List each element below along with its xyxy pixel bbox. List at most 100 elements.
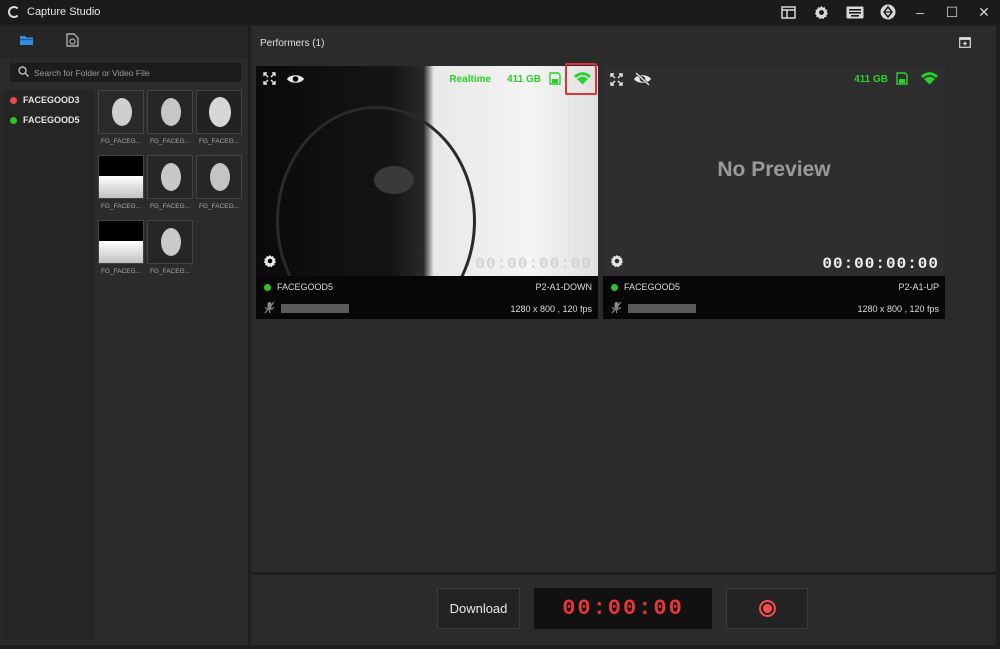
gear-icon[interactable] (805, 0, 838, 24)
left-tabs (0, 26, 248, 58)
video-overlay: 411 GB (603, 66, 945, 92)
device-item-facegood5[interactable]: FACEGOOD5 (4, 110, 94, 130)
thumbnail-item[interactable]: FG_FACEG... (98, 90, 144, 150)
thumbnail-label: FG_FACEG... (149, 138, 191, 145)
wifi-icon[interactable] (920, 71, 939, 88)
storage-label: 411 GB (507, 74, 541, 85)
record-timer: 00:00:00 (534, 588, 712, 629)
card-settings-icon[interactable] (610, 254, 624, 273)
face-thumbnail (196, 155, 242, 199)
close-button[interactable]: ✕ (968, 0, 1000, 24)
thumbnail-label: FG_FACEG... (100, 138, 142, 145)
search-box[interactable] (10, 63, 241, 82)
camera-name: P2-A1-UP (898, 282, 939, 292)
thumbnail-item[interactable]: FG_FACEG... (98, 220, 144, 280)
record-dot (762, 604, 772, 613)
no-preview-label: No Preview (717, 158, 831, 181)
video-overlay: Realtime 411 GB (256, 66, 598, 92)
device-name: FACEGOOD5 (277, 282, 334, 292)
thumbnail-item[interactable]: FG_FACEG... (147, 90, 193, 150)
add-panel-icon[interactable] (959, 37, 971, 51)
maximize-button[interactable]: ☐ (936, 0, 968, 24)
resolution-label: 1280 x 800 , 120 fps (857, 303, 939, 314)
save-icon (896, 71, 908, 88)
layout-icon[interactable] (772, 0, 805, 24)
device-item-facegood3[interactable]: FACEGOOD3 (4, 90, 94, 110)
fullscreen-icon[interactable] (610, 72, 623, 91)
card-footer: FACEGOOD5 P2-A1-DOWN 1280 x 800 , 120 fp… (256, 276, 598, 319)
card-footer: FACEGOOD5 P2-A1-UP 1280 x 800 , 120 fps (603, 276, 945, 319)
app-logo-icon (8, 6, 20, 18)
thumbnail-label: FG_FACEG... (100, 203, 142, 210)
record-button[interactable] (726, 588, 808, 629)
face-thumbnail (98, 155, 144, 199)
face-thumbnail (147, 90, 193, 134)
device-status: FACEGOOD5 (611, 282, 680, 292)
device-list: FACEGOOD3 FACEGOOD5 (4, 90, 94, 640)
status-dot (10, 116, 17, 124)
mode-label: Realtime (449, 74, 492, 85)
performers-title: Performers (1) (260, 37, 325, 49)
thumbnail-item[interactable]: FG_FACEG... (196, 90, 242, 150)
thumbnail-label: FG_FACEG... (149, 268, 191, 275)
camera-name: P2-A1-DOWN (535, 282, 592, 292)
storage-label: 411 GB (854, 74, 888, 85)
mic-muted-icon[interactable] (264, 301, 275, 316)
status-dot (10, 96, 17, 104)
thumbnail-label: FG_FACEG... (198, 138, 240, 145)
thumbnail-item[interactable]: FG_FACEG... (147, 155, 193, 215)
card-settings-icon[interactable] (263, 254, 277, 273)
network-logo-icon[interactable] (871, 0, 904, 24)
eye-icon[interactable] (286, 72, 305, 90)
card-info-row: FACEGOOD5 P2-A1-DOWN (264, 282, 592, 292)
device-name: FACEGOOD5 (23, 115, 80, 125)
thumbnail-item[interactable]: FG_FACEG... (98, 155, 144, 215)
thumbnail-item[interactable]: FG_FACEG... (147, 220, 193, 280)
device-name: FACEGOOD3 (23, 95, 80, 105)
file-sync-icon (65, 32, 79, 52)
face-thumbnail (147, 155, 193, 199)
status-dot (264, 283, 271, 291)
tab-folders[interactable] (6, 26, 46, 58)
audio-level-bar (628, 304, 696, 313)
save-icon (549, 71, 561, 88)
thumbnail-label: FG_FACEG... (100, 268, 142, 275)
mic-muted-icon[interactable] (611, 301, 622, 316)
folder-icon (19, 33, 34, 51)
performers-header: Performers (1) (251, 26, 996, 60)
main-panel: Performers (1) Realtime 411 GB 00:00:00:… (251, 26, 996, 572)
eye-hidden-icon[interactable] (633, 72, 652, 91)
video-preview: 411 GB No Preview 00:00:00:00 (603, 66, 945, 276)
audio-meter-wrap (611, 301, 696, 316)
search-input[interactable] (34, 67, 234, 78)
device-status: FACEGOOD5 (264, 282, 333, 292)
download-button[interactable]: Download (437, 588, 520, 629)
timecode: 00:00:00:00 (822, 255, 939, 273)
face-thumbnail (147, 220, 193, 264)
fullscreen-icon[interactable] (263, 72, 276, 90)
card-audio-row: 1280 x 800 , 120 fps (611, 301, 939, 316)
camera-card-down[interactable]: Realtime 411 GB 00:00:00:00 FACEGOOD5 P2… (256, 66, 598, 319)
audio-level-bar (281, 304, 349, 313)
face-thumbnail (98, 220, 144, 264)
face-feature (374, 166, 414, 194)
thumbnail-label: FG_FACEG... (149, 203, 191, 210)
camera-card-up[interactable]: 411 GB No Preview 00:00:00:00 FACEGOOD5 … (603, 66, 945, 319)
record-icon (758, 600, 776, 617)
timecode: 00:00:00:00 (475, 255, 592, 273)
tab-files[interactable] (52, 26, 92, 58)
thumbnail-label: FG_FACEG... (198, 203, 240, 210)
video-overlay-left (610, 72, 652, 91)
video-overlay-left (263, 72, 305, 90)
minimize-button[interactable]: – (904, 0, 936, 24)
left-panel: FACEGOOD3 FACEGOOD5 FG_FACEG... FG_FACEG… (0, 26, 248, 645)
face-silhouette (276, 106, 476, 276)
thumbnail-grid: FG_FACEG... FG_FACEG... FG_FACEG... FG_F… (98, 90, 246, 280)
video-preview: Realtime 411 GB 00:00:00:00 (256, 66, 598, 276)
device-name: FACEGOOD5 (624, 282, 681, 292)
title-bar: Capture Studio – ☐ ✕ (0, 0, 1000, 24)
keyboard-icon[interactable] (838, 0, 871, 24)
card-info-row: FACEGOOD5 P2-A1-UP (611, 282, 939, 292)
video-overlay-right: 411 GB (854, 71, 939, 88)
thumbnail-item[interactable]: FG_FACEG... (196, 155, 242, 215)
